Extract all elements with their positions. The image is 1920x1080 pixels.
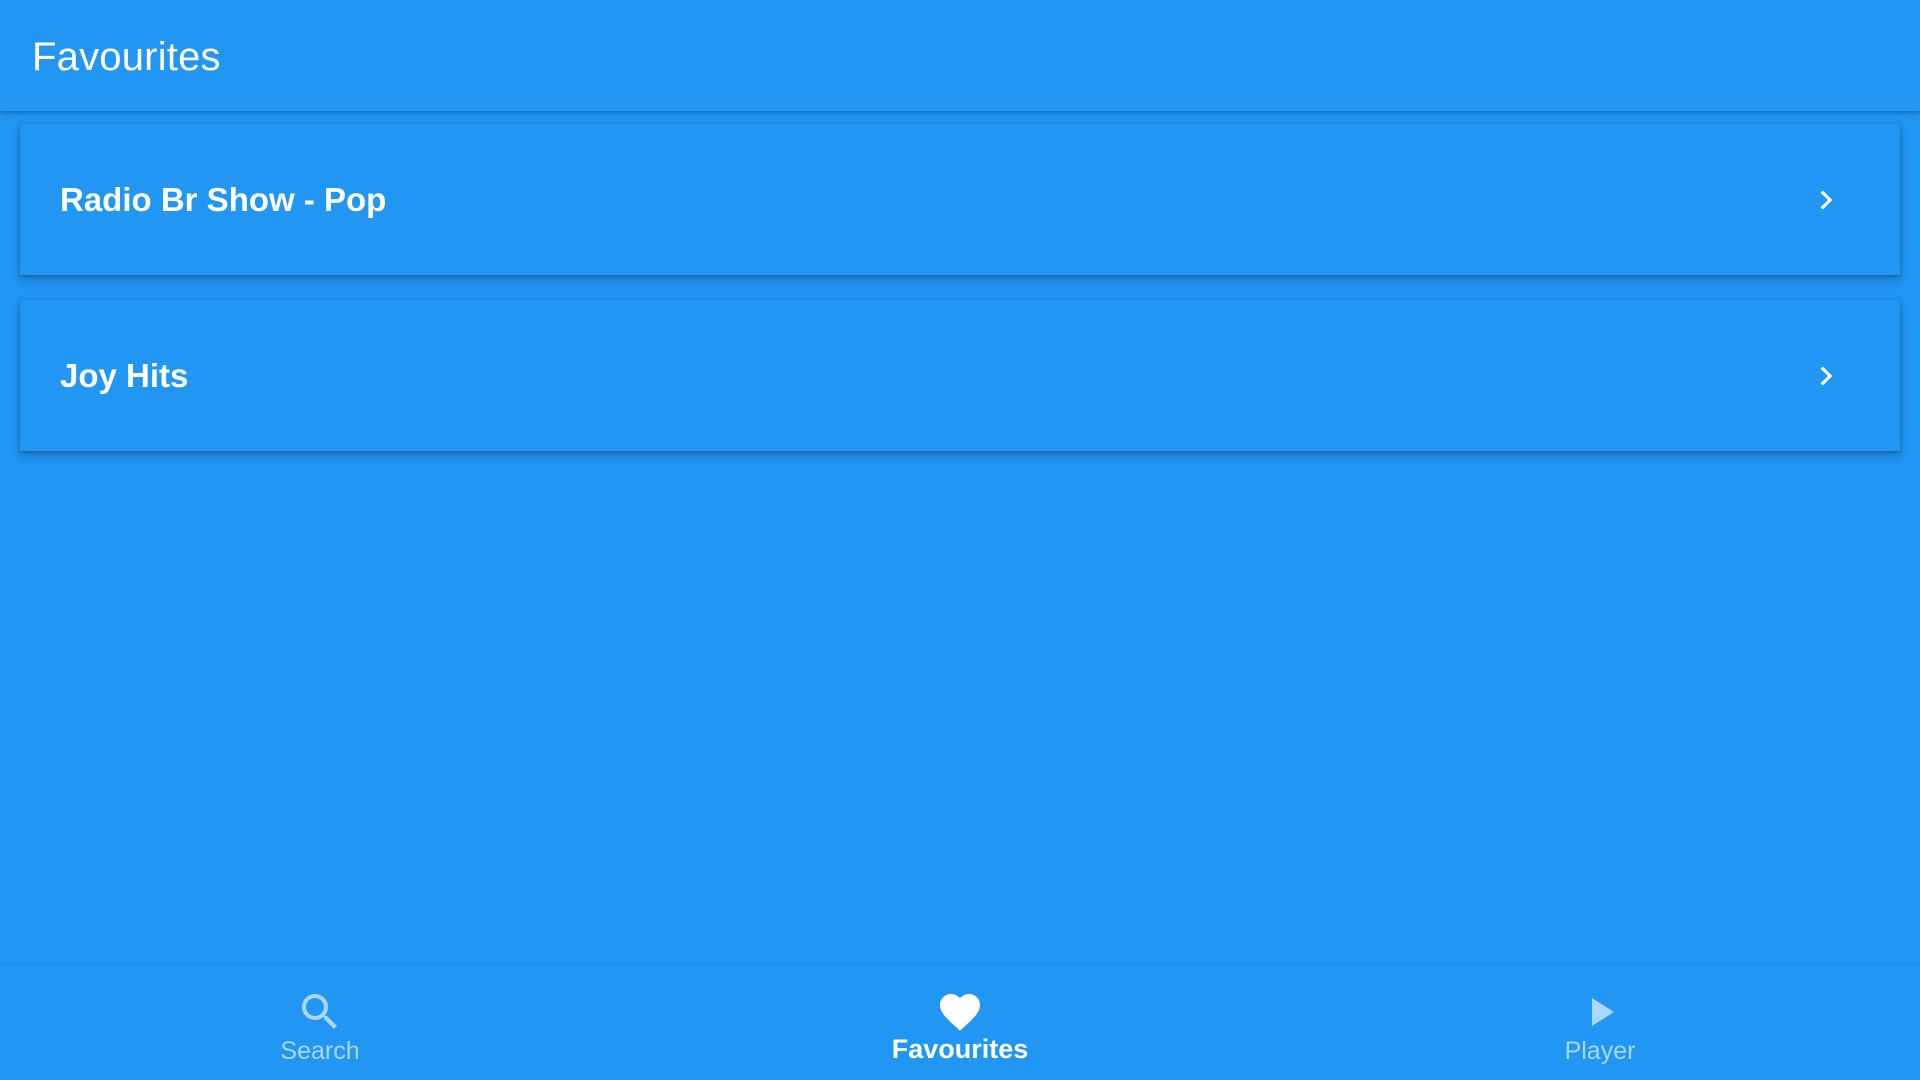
bottom-navigation: Search Favourites Player <box>0 966 1920 1080</box>
nav-item-search[interactable]: Search <box>0 966 640 1080</box>
favourite-item[interactable]: Joy Hits <box>20 300 1900 451</box>
page-title: Favourites <box>32 35 221 79</box>
heart-icon <box>940 994 980 1031</box>
app-root: Favourites Radio Br Show - Pop Joy Hits … <box>0 0 1920 1080</box>
favourite-item[interactable]: Radio Br Show - Pop <box>20 124 1900 275</box>
nav-item-player[interactable]: Player <box>1280 966 1920 1080</box>
play-icon <box>1592 998 1614 1026</box>
chevron-right-icon <box>1820 190 1833 210</box>
favourites-list: Radio Br Show - Pop Joy Hits <box>20 124 1900 476</box>
nav-label-player: Player <box>1564 1037 1636 1065</box>
nav-item-favourites[interactable]: Favourites <box>640 966 1280 1080</box>
nav-label-favourites: Favourites <box>891 1034 1029 1064</box>
app-bar: Favourites <box>0 0 1920 111</box>
favourite-item-label: Joy Hits <box>60 357 189 394</box>
favourite-item-label: Radio Br Show - Pop <box>60 181 387 218</box>
search-icon <box>302 994 337 1029</box>
chevron-right-icon <box>1820 366 1833 386</box>
nav-label-search: Search <box>280 1037 360 1065</box>
